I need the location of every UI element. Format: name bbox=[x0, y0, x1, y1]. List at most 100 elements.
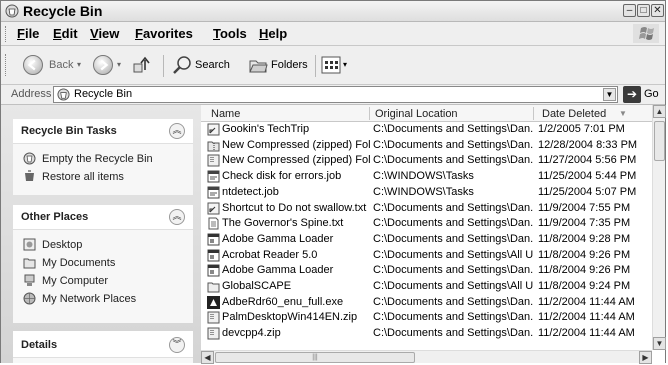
column-divider[interactable] bbox=[369, 107, 370, 120]
file-row[interactable]: Check disk for errors.job C:\WINDOWS\Tas… bbox=[201, 169, 652, 184]
toolbar-grip[interactable] bbox=[5, 54, 9, 76]
original-location: C:\Documents and Settings\Dan... bbox=[373, 295, 533, 308]
my-computer-icon bbox=[24, 274, 35, 286]
minimize-button[interactable]: – bbox=[623, 4, 636, 17]
column-headers: Name Original Location Date Deleted ▼ bbox=[201, 105, 652, 122]
menu-grip[interactable] bbox=[5, 26, 9, 42]
scroll-right-icon[interactable]: ▶ bbox=[639, 351, 652, 364]
place-label: Desktop bbox=[42, 239, 83, 251]
window-title: Recycle Bin bbox=[23, 3, 103, 19]
recycle-bin-tasks-header[interactable]: Recycle Bin Tasks ︽ bbox=[13, 119, 193, 144]
menu-help[interactable]: Help bbox=[259, 26, 287, 41]
scroll-up-icon[interactable]: ▲ bbox=[653, 105, 666, 118]
up-folder-icon bbox=[133, 56, 150, 73]
search-label: Search bbox=[195, 59, 230, 71]
back-button[interactable]: Back ▾ bbox=[23, 54, 83, 76]
file-row[interactable]: AdbeRdr60_enu_full.exe C:\Documents and … bbox=[201, 295, 652, 310]
other-places-header[interactable]: Other Places ︽ bbox=[13, 205, 193, 230]
collapse-chevron-icon[interactable]: ︽ bbox=[169, 123, 185, 139]
place-my-documents[interactable]: My Documents bbox=[13, 254, 193, 272]
file-row[interactable]: New Compressed (zipped) Fol... C:\Docume… bbox=[201, 138, 652, 153]
job-icon bbox=[207, 170, 220, 183]
column-header-date-deleted[interactable]: Date Deleted bbox=[542, 108, 606, 120]
back-dropdown-icon[interactable]: ▾ bbox=[77, 54, 81, 76]
address-value: Recycle Bin bbox=[74, 88, 133, 100]
menu-favorites[interactable]: Favorites bbox=[135, 26, 193, 41]
collapse-chevron-icon[interactable]: ︽ bbox=[169, 209, 185, 225]
column-header-name[interactable]: Name bbox=[211, 108, 240, 120]
place-desktop[interactable]: Desktop bbox=[13, 236, 193, 254]
date-deleted: 11/8/2004 9:26 PM bbox=[538, 248, 631, 261]
toolbar-separator bbox=[315, 55, 316, 77]
menu-tools[interactable]: Tools bbox=[213, 26, 247, 41]
file-name: Adobe Gamma Loader bbox=[222, 232, 334, 245]
restore-icon bbox=[25, 170, 34, 181]
sort-descending-icon: ▼ bbox=[619, 109, 627, 118]
file-name: The Governor's Spine.txt bbox=[222, 217, 344, 230]
address-field[interactable]: Recycle Bin ▼ bbox=[53, 86, 618, 103]
file-row[interactable]: PalmDesktopWin414EN.zip C:\Documents and… bbox=[201, 310, 652, 325]
menu-view[interactable]: View bbox=[90, 26, 119, 41]
file-row[interactable]: Acrobat Reader 5.0 C:\Documents and Sett… bbox=[201, 248, 652, 263]
search-button[interactable]: Search bbox=[171, 54, 237, 76]
scroll-left-icon[interactable]: ◀ bbox=[201, 351, 214, 364]
scroll-down-icon[interactable]: ▼ bbox=[653, 337, 666, 350]
maximize-button[interactable]: □ bbox=[637, 4, 650, 17]
file-row[interactable]: ntdetect.job C:\WINDOWS\Tasks 11/25/2004… bbox=[201, 185, 652, 200]
column-header-original-location[interactable]: Original Location bbox=[375, 108, 458, 120]
column-divider[interactable] bbox=[533, 107, 534, 120]
file-row[interactable]: Adobe Gamma Loader C:\Documents and Sett… bbox=[201, 232, 652, 247]
file-row[interactable]: Adobe Gamma Loader C:\Documents and Sett… bbox=[201, 263, 652, 278]
job-icon bbox=[207, 186, 220, 199]
original-location: C:\WINDOWS\Tasks bbox=[373, 170, 474, 183]
date-deleted: 11/9/2004 7:55 PM bbox=[538, 201, 631, 214]
horizontal-scrollbar[interactable]: ◀ ||| ▶ bbox=[201, 350, 652, 364]
file-row[interactable]: Shortcut to Do not swallow.txt C:\Docume… bbox=[201, 201, 652, 216]
forward-button[interactable]: ▾ bbox=[93, 54, 127, 76]
recycle-bin-icon bbox=[5, 4, 19, 18]
file-name: ntdetect.job bbox=[222, 185, 279, 198]
close-button[interactable]: ✕ bbox=[651, 4, 664, 17]
title-bar[interactable]: Recycle Bin – □ ✕ bbox=[1, 1, 665, 22]
date-deleted: 11/27/2004 5:56 PM bbox=[538, 154, 637, 167]
horizontal-scroll-thumb[interactable]: ||| bbox=[215, 352, 415, 363]
folders-button[interactable]: Folders bbox=[247, 54, 309, 76]
forward-dropdown-icon[interactable]: ▾ bbox=[117, 54, 121, 76]
go-arrow-icon[interactable]: ➔ bbox=[623, 86, 641, 103]
date-deleted: 11/25/2004 5:44 PM bbox=[538, 170, 637, 183]
file-row[interactable]: GlobalSCAPE C:\Documents and Settings\Al… bbox=[201, 279, 652, 294]
original-location: C:\Documents and Settings\Dan... bbox=[373, 201, 533, 214]
shortcut-icon bbox=[207, 202, 220, 214]
file-name: Check disk for errors.job bbox=[222, 170, 342, 183]
original-location: C:\Documents and Settings\All U... bbox=[373, 248, 533, 261]
place-label: My Network Places bbox=[42, 293, 137, 305]
go-label[interactable]: Go bbox=[644, 88, 659, 100]
date-deleted: 11/9/2004 7:35 PM bbox=[538, 217, 631, 230]
recycle-bin-icon bbox=[57, 88, 70, 101]
task-label: Empty the Recycle Bin bbox=[42, 153, 153, 165]
place-label: My Documents bbox=[42, 257, 116, 269]
place-my-computer[interactable]: My Computer bbox=[13, 272, 193, 290]
expand-chevron-icon[interactable]: ︾ bbox=[169, 337, 185, 353]
views-button[interactable]: ▾ bbox=[321, 54, 353, 76]
file-row[interactable]: Gookin's TechTrip C:\Documents and Setti… bbox=[201, 122, 652, 137]
empty-recycle-bin-task[interactable]: Empty the Recycle Bin bbox=[13, 150, 193, 168]
task-pane: Recycle Bin Tasks ︽ Empty the Recycle Bi… bbox=[1, 105, 201, 363]
restore-all-items-task[interactable]: Restore all items bbox=[13, 168, 193, 186]
details-header[interactable]: Details ︾ bbox=[13, 331, 193, 358]
app-icon bbox=[207, 233, 220, 246]
menu-file[interactable]: File bbox=[17, 26, 39, 41]
file-row[interactable]: devcpp4.zip C:\Documents and Settings\Da… bbox=[201, 326, 652, 341]
file-name: GlobalSCAPE bbox=[222, 280, 292, 292]
address-dropdown-icon[interactable]: ▼ bbox=[603, 88, 616, 101]
back-arrow-icon bbox=[23, 55, 43, 75]
file-row[interactable]: New Compressed (zipped) Fol... C:\Docume… bbox=[201, 153, 652, 168]
file-row[interactable]: The Governor's Spine.txt C:\Documents an… bbox=[201, 216, 652, 231]
up-folder-button[interactable] bbox=[131, 54, 153, 76]
place-my-network-places[interactable]: My Network Places bbox=[13, 290, 193, 308]
menu-edit[interactable]: Edit bbox=[53, 26, 78, 41]
file-list: Name Original Location Date Deleted ▼ Go… bbox=[201, 105, 666, 364]
vertical-scrollbar[interactable]: ▲ ▼ bbox=[652, 105, 666, 350]
vertical-scroll-thumb[interactable] bbox=[654, 121, 665, 161]
file-name: Acrobat Reader 5.0 bbox=[222, 248, 318, 261]
